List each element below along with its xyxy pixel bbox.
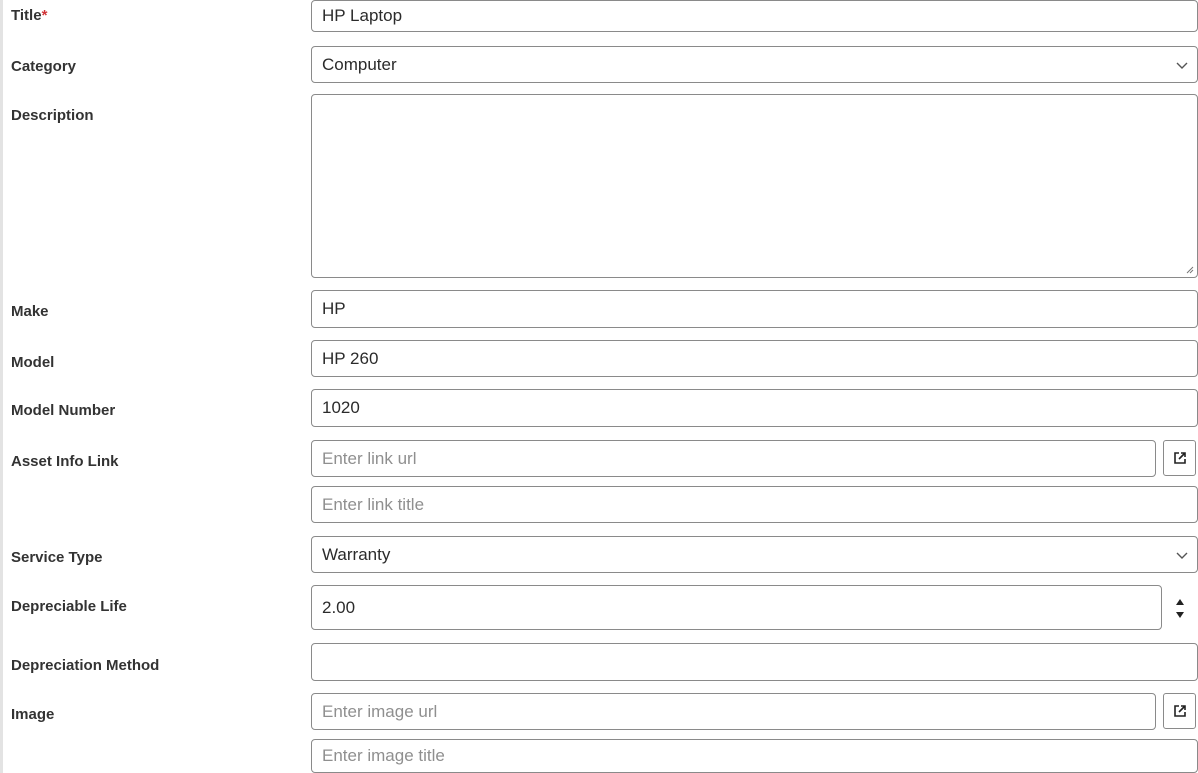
image-open-button[interactable] xyxy=(1163,693,1196,729)
make-label: Make xyxy=(11,303,49,320)
service-type-label: Service Type xyxy=(11,549,103,566)
description-label: Description xyxy=(11,107,94,124)
asset-info-link-label: Asset Info Link xyxy=(11,453,119,470)
asset-link-url-input[interactable]: Enter link url xyxy=(311,440,1156,477)
chevron-down-icon xyxy=(1176,552,1188,559)
depreciation-method-label: Depreciation Method xyxy=(11,657,160,674)
depreciable-life-label: Depreciable Life xyxy=(11,598,127,615)
depreciable-life-input[interactable]: 2.00 xyxy=(311,585,1162,630)
service-type-select[interactable]: Warranty xyxy=(311,536,1198,573)
asset-link-title-input[interactable]: Enter link title xyxy=(311,486,1198,523)
image-title-placeholder: Enter image title xyxy=(322,746,445,765)
asset-link-url-placeholder: Enter link url xyxy=(322,448,417,468)
image-url-placeholder: Enter image url xyxy=(322,701,438,721)
image-title-input[interactable]: Enter image title xyxy=(311,739,1198,773)
service-type-select-value: Warranty xyxy=(322,544,391,564)
model-number-input-value: 1020 xyxy=(322,398,360,417)
make-input-value: HP xyxy=(322,299,346,318)
category-label: Category xyxy=(11,58,77,75)
image-label: Image xyxy=(11,706,55,723)
resize-grip-icon[interactable] xyxy=(1184,264,1194,274)
depreciation-method-input[interactable] xyxy=(311,643,1198,681)
model-number-label: Model Number xyxy=(11,402,116,419)
title-label-text: Title xyxy=(11,7,42,24)
triangle-up-icon[interactable] xyxy=(1176,599,1184,605)
triangle-down-icon[interactable] xyxy=(1176,612,1184,618)
make-input[interactable]: HP xyxy=(311,290,1198,328)
required-marker: * xyxy=(41,7,48,24)
asset-link-title-placeholder: Enter link title xyxy=(322,494,425,514)
image-url-input[interactable]: Enter image url xyxy=(311,693,1156,730)
category-select[interactable]: Computer xyxy=(311,46,1198,83)
asset-link-open-button[interactable] xyxy=(1163,440,1196,476)
depreciable-life-input-value: 2.00 xyxy=(322,597,356,617)
category-select-value: Computer xyxy=(322,54,397,74)
left-border xyxy=(0,0,3,773)
title-input-value: HP Laptop xyxy=(322,6,403,25)
chevron-down-icon xyxy=(1176,62,1188,69)
model-input-value: HP 260 xyxy=(322,348,379,368)
model-number-input[interactable]: 1020 xyxy=(311,389,1198,427)
depreciable-life-spinner[interactable] xyxy=(1169,588,1191,628)
open-external-icon xyxy=(1173,705,1186,717)
model-label: Model xyxy=(11,354,55,371)
description-textarea[interactable] xyxy=(311,94,1198,278)
model-input[interactable]: HP 260 xyxy=(311,340,1198,377)
open-external-icon xyxy=(1173,452,1186,464)
title-label: Title* xyxy=(11,7,47,24)
title-input[interactable]: HP Laptop xyxy=(311,0,1198,32)
